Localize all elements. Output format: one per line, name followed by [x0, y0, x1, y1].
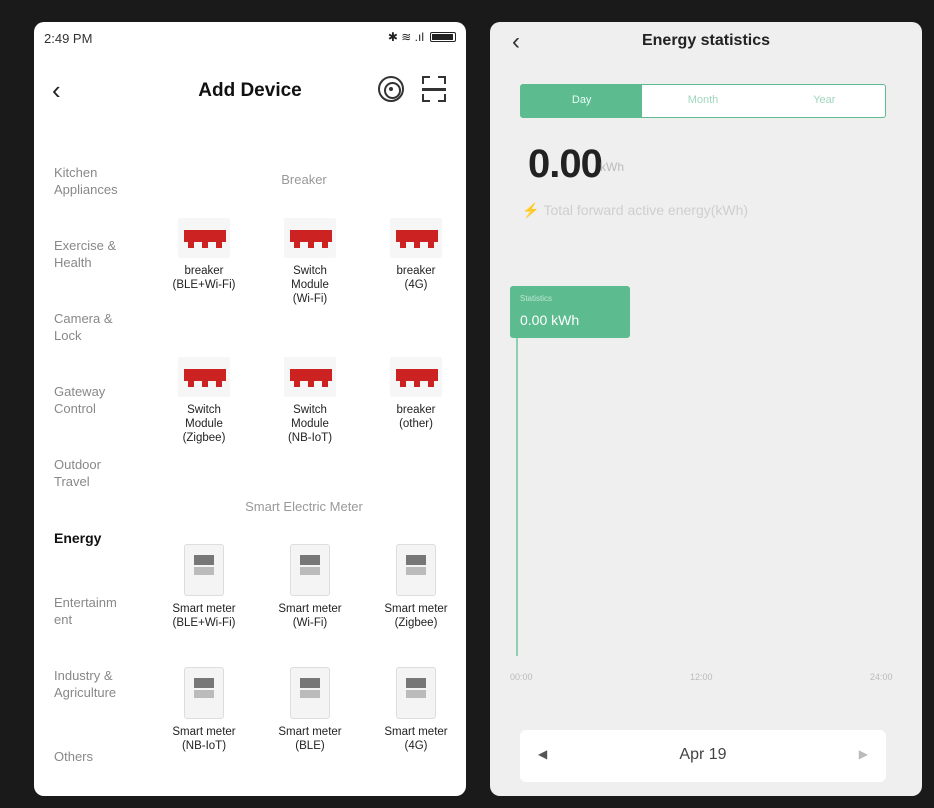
x-tick-end: 24:00 [870, 672, 893, 682]
energy-unit: kWh [600, 160, 624, 174]
page-title: Energy statistics [641, 32, 771, 49]
device-label: breaker (4G) [396, 265, 436, 291]
x-tick-start: 00:00 [510, 672, 533, 682]
breaker-icon [284, 218, 336, 258]
device-label: Smart meter (NB-IoT) [172, 726, 236, 752]
chart-cursor-line [516, 338, 518, 656]
section-title-smart-meter: Smart Electric Meter [245, 499, 363, 514]
sidebar-item[interactable]: Energy [54, 530, 144, 547]
energy-value: 0.00 [528, 142, 603, 186]
breaker-icon [178, 357, 230, 397]
status-time: 2:49 PM [44, 31, 93, 46]
tab-day[interactable]: Day [521, 85, 643, 117]
breaker-icon [284, 357, 336, 397]
sidebar-item[interactable]: Outdoor Travel [54, 456, 144, 490]
device-label: Switch Module (NB-IoT) [287, 404, 333, 444]
meter-icon [290, 667, 330, 719]
device-item[interactable]: Smart meter (NB-IoT) [154, 667, 254, 753]
device-label: Smart meter (Wi-Fi) [278, 603, 342, 629]
date-text: Apr 19 [679, 746, 727, 763]
chart-tooltip: Statistics 0.00 kWh [510, 286, 630, 338]
device-item[interactable]: Smart meter (BLE+Wi-Fi) [154, 544, 254, 630]
breaker-icon [390, 218, 442, 258]
period-tabs: Day Month Year [520, 84, 886, 118]
device-item[interactable]: Switch Module (Wi-Fi) [260, 218, 360, 306]
status-signal-icons: ✱ ≋ .ıl [387, 30, 424, 44]
device-label: breaker (other) [396, 404, 436, 430]
sidebar-item[interactable]: Gateway Control [54, 383, 144, 417]
sidebar-item[interactable]: Industry & Agriculture [54, 667, 144, 701]
sidebar-item[interactable]: Camera & Lock [54, 310, 144, 344]
sidebar-item[interactable]: Others [54, 748, 144, 765]
header: ‹ Add Device [34, 72, 466, 112]
meter-icon [290, 544, 330, 596]
breaker-icon [178, 218, 230, 258]
device-item[interactable]: breaker (other) [366, 357, 466, 431]
energy-statistics-screen: ‹ Energy statistics Day Month Year 0.00 … [490, 22, 922, 796]
add-device-screen: 2:49 PM ✱ ≋ .ıl ‹ Add Device Kitchen App… [34, 22, 466, 796]
device-label: Smart meter (BLE+Wi-Fi) [172, 603, 236, 629]
next-date-icon[interactable]: ▶ [859, 747, 868, 761]
meter-icon [184, 544, 224, 596]
status-bar: 2:49 PM ✱ ≋ .ıl [34, 22, 466, 54]
x-tick-mid: 12:00 [690, 672, 713, 682]
energy-chart[interactable]: Statistics 0.00 kWh 00:00 12:00 24:00 [510, 286, 902, 706]
device-item[interactable]: Smart meter (Zigbee) [366, 544, 466, 630]
meter-icon [396, 667, 436, 719]
device-item[interactable]: Switch Module (NB-IoT) [260, 357, 360, 445]
device-label: Smart meter (Zigbee) [384, 603, 448, 629]
date-selector: ◀ Apr 19 ▶ [520, 730, 886, 782]
device-label: Switch Module (Zigbee) [182, 404, 226, 444]
sidebar-item[interactable]: Entertainm ent [54, 594, 144, 628]
lightning-icon: ⚡ [522, 202, 540, 218]
meter-icon [184, 667, 224, 719]
tooltip-value: 0.00 kWh [520, 312, 580, 328]
meter-icon [396, 544, 436, 596]
battery-icon [430, 32, 456, 42]
tab-year[interactable]: Year [764, 85, 885, 117]
section-title-breaker: Breaker [281, 172, 327, 187]
device-item[interactable]: Switch Module (Zigbee) [154, 357, 254, 445]
device-item[interactable]: breaker (4G) [366, 218, 466, 292]
device-label: Smart meter (BLE) [278, 726, 342, 752]
status-icons: ✱ ≋ .ıl [388, 30, 456, 44]
breaker-icon [390, 357, 442, 397]
qr-scan-icon[interactable] [422, 76, 446, 102]
tab-month[interactable]: Month [642, 85, 763, 117]
energy-description: ⚡ Total forward active energy(kWh) [522, 202, 748, 219]
device-item[interactable]: Smart meter (4G) [366, 667, 466, 753]
device-item[interactable]: Smart meter (BLE) [260, 667, 360, 753]
energy-label: Total forward active energy(kWh) [543, 202, 749, 218]
device-item[interactable]: breaker (BLE+Wi-Fi) [154, 218, 254, 292]
sidebar-item[interactable]: Exercise & Health [54, 237, 144, 271]
device-label: Smart meter (4G) [384, 726, 448, 752]
device-label: Switch Module (Wi-Fi) [291, 265, 329, 305]
sidebar-item[interactable]: Kitchen Appliances [54, 164, 144, 198]
device-label: breaker (BLE+Wi-Fi) [172, 265, 236, 291]
device-item[interactable]: Smart meter (Wi-Fi) [260, 544, 360, 630]
auto-scan-icon[interactable] [378, 76, 404, 102]
tooltip-label: Statistics [520, 294, 553, 303]
